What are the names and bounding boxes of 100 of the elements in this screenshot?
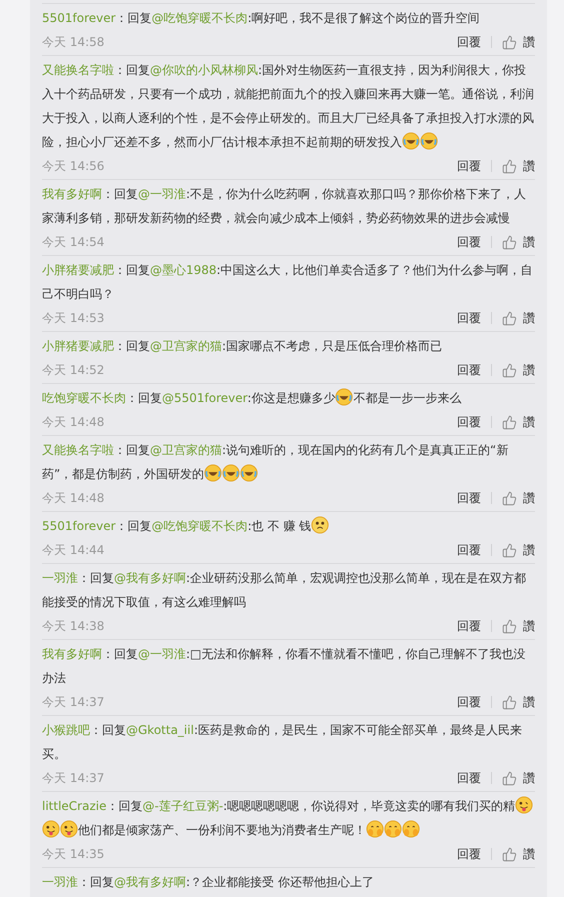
- reply-link[interactable]: 回覆: [457, 542, 481, 558]
- user-link[interactable]: 5501forever: [42, 11, 116, 25]
- comment-text: littleCrazie：回复@-莲子红豆粥-:嗯嗯嗯嗯嗯嗯，你说得对，毕竟这卖的哪有我们买的精 他们都是倾家荡产、一份利润不要地为消费者生产呢！: [42, 794, 535, 842]
- user-link[interactable]: 又能换名字啦: [42, 443, 114, 457]
- like-link[interactable]: 讚: [502, 414, 535, 430]
- reply-link[interactable]: 回覆: [457, 158, 481, 174]
- mention-link[interactable]: @Gkotta_iil: [126, 723, 194, 737]
- user-link[interactable]: 一羽淮: [42, 571, 78, 585]
- laughing-crying-emoji-icon: [335, 388, 354, 406]
- timestamp: 今天 14:44: [42, 542, 106, 558]
- user-link[interactable]: 又能换名字啦: [42, 63, 114, 77]
- thumbs-up-icon: [502, 34, 517, 50]
- mention-link[interactable]: @一羽淮: [138, 187, 186, 201]
- tongue-out-emoji-icon: [60, 820, 78, 838]
- laughing-crying-emoji-icon: [420, 132, 438, 150]
- timestamp: 今天 14:35: [42, 846, 106, 862]
- comment-text: 我有多好啊：回复@一羽淮:□无法和你解释，你看不懂就看不懂吧，你自己理解不了我也没办法: [42, 646, 526, 687]
- comment-text: 小猴跳吧：回复@Gkotta_iil:医药是救命的，是民生，国家不可能全部买单，最终是人民来买。: [42, 722, 523, 763]
- like-link[interactable]: 讚: [502, 234, 535, 250]
- mention-link[interactable]: @吃饱穿暖不长肉: [152, 519, 248, 533]
- mention-link[interactable]: @卫宫家的猫: [150, 443, 222, 457]
- mention-link[interactable]: @墨心1988: [150, 263, 217, 277]
- comment-text: 5501forever：回复@吃饱穿暖不长肉:啊好吧，我不是很了解这个岗位的晋升空间: [42, 10, 481, 27]
- like-link[interactable]: 讚: [502, 310, 535, 326]
- covering-face-emoji-icon: [402, 820, 420, 838]
- timestamp: 今天 14:37: [42, 770, 106, 786]
- like-link[interactable]: 讚: [502, 846, 535, 862]
- user-link[interactable]: 我有多好啊: [42, 187, 102, 201]
- mention-link[interactable]: @卫宫家的猫: [150, 339, 222, 353]
- comment-text: 吃饱穿暖不长肉：回复@5501forever:你这是想赚多少 不都是一步一步来么: [42, 386, 535, 410]
- comment-text: 一羽淮：回复@我有多好啊:企业研药没那么简单，宏观调控也没那么简单，现在是在双方都能接受的情况下取值，有这么难理解吗: [42, 570, 528, 611]
- reply-link[interactable]: 回覆: [457, 362, 481, 378]
- comment-text: 小胖猪要减肥：回复@卫宫家的猫:国家哪点不考虑，只是压低合理价格而已: [42, 338, 444, 355]
- comment-text: 一羽淮：回复@我有多好啊:？企业都能接受 你还帮他担心上了: [42, 874, 375, 891]
- like-link[interactable]: 讚: [502, 618, 535, 634]
- comment-text: 又能换名字啦：回复@你吹的小风林柳风:国外对生物医药一直很支持，因为利润很大，你投入十个药品研发，只要有一个成功，就能把前面九个的投入赚回来再大赚一笔。通俗说，利润大于投入，以商人逐利的个性，是不会停止研发的。而且大厂已经具备了承担投入打水漂的风险，担心小厂还差不多，然而小厂估计根本承担不起前期的研发投入: [42, 62, 535, 152]
- laughing-crying-emoji-icon: [240, 464, 258, 482]
- user-link[interactable]: 吃饱穿暖不长肉: [42, 391, 126, 405]
- timestamp: 今天 14:54: [42, 234, 106, 250]
- like-link[interactable]: 讚: [502, 34, 535, 50]
- like-link[interactable]: 讚: [502, 158, 535, 174]
- thumbs-up-icon: [502, 694, 517, 710]
- thumbs-up-icon: [502, 234, 517, 250]
- mention-link[interactable]: @我有多好啊: [114, 875, 186, 889]
- tongue-out-emoji-icon: [515, 796, 534, 814]
- user-link[interactable]: 我有多好啊: [42, 647, 102, 661]
- timestamp: 今天 14:48: [42, 490, 106, 506]
- mention-link[interactable]: @-莲子红豆粥-: [142, 799, 224, 813]
- reply-link[interactable]: 回覆: [457, 234, 481, 250]
- covering-face-emoji-icon: [366, 820, 384, 838]
- user-link[interactable]: 小胖猪要减肥: [42, 339, 114, 353]
- laughing-crying-emoji-icon: [222, 464, 240, 482]
- comment-text: 5501forever：回复@吃饱穿暖不长肉:也 不 赚 钱: [42, 514, 535, 538]
- mention-link[interactable]: @你吹的小风林柳风: [150, 63, 258, 77]
- timestamp: 今天 14:53: [42, 310, 106, 326]
- thumbs-up-icon: [502, 770, 517, 786]
- reply-link[interactable]: 回覆: [457, 34, 481, 50]
- reply-link[interactable]: 回覆: [457, 846, 481, 862]
- thumbs-up-icon: [502, 542, 517, 558]
- timestamp: 今天 14:38: [42, 618, 106, 634]
- timestamp: 今天 14:48: [42, 414, 106, 430]
- mention-link[interactable]: @我有多好啊: [114, 571, 186, 585]
- like-link[interactable]: 讚: [502, 542, 535, 558]
- laughing-crying-emoji-icon: [204, 464, 222, 482]
- user-link[interactable]: 一羽淮: [42, 875, 78, 889]
- mention-link[interactable]: @5501forever: [162, 391, 248, 405]
- like-link[interactable]: 讚: [502, 362, 535, 378]
- reply-link[interactable]: 回覆: [457, 490, 481, 506]
- timestamp: 今天 14:56: [42, 158, 106, 174]
- sad-face-emoji-icon: [311, 516, 330, 534]
- like-link[interactable]: 讚: [502, 694, 535, 710]
- comment-text: 我有多好啊：回复@一羽淮:不是，你为什么吃药啊，你就喜欢那口吗？那你价格下来了，人家薄利多销，那研发新药物的经费，就会向减少成本上倾斜，势必药物效果的进步会减慢: [42, 186, 528, 227]
- comment-text: 又能换名字啦：回复@卫宫家的猫:说句难听的，现在国内的化药有几个是真真正正的“新药”，都是仿制药，外国研发的: [42, 442, 510, 484]
- mention-link[interactable]: @吃饱穿暖不长肉: [152, 11, 248, 25]
- timestamp: 今天 14:37: [42, 694, 106, 710]
- comment-text: 小胖猪要减肥：回复@墨心1988:中国这么大，比他们单卖合适多了？他们为什么参与啊，自己不明白吗？: [42, 262, 534, 303]
- user-link[interactable]: 5501forever: [42, 519, 116, 533]
- thumbs-up-icon: [502, 846, 517, 862]
- thumbs-up-icon: [502, 618, 517, 634]
- user-link[interactable]: littleCrazie: [42, 799, 106, 813]
- like-link[interactable]: 讚: [502, 490, 535, 506]
- mention-link[interactable]: @一羽淮: [138, 647, 186, 661]
- timestamp: 今天 14:52: [42, 362, 106, 378]
- timestamp: 今天 14:58: [42, 34, 106, 50]
- laughing-crying-emoji-icon: [402, 132, 420, 150]
- thumbs-up-icon: [502, 310, 517, 326]
- like-link[interactable]: 讚: [502, 770, 535, 786]
- user-link[interactable]: 小胖猪要减肥: [42, 263, 114, 277]
- user-link[interactable]: 小猴跳吧: [42, 723, 90, 737]
- reply-link[interactable]: 回覆: [457, 618, 481, 634]
- thumbs-up-icon: [502, 414, 517, 430]
- thumbs-up-icon: [502, 362, 517, 378]
- thumbs-up-icon: [502, 158, 517, 174]
- reply-link[interactable]: 回覆: [457, 414, 481, 430]
- thumbs-up-icon: [502, 490, 517, 506]
- reply-link[interactable]: 回覆: [457, 770, 481, 786]
- tongue-out-emoji-icon: [42, 820, 60, 838]
- reply-link[interactable]: 回覆: [457, 310, 481, 326]
- covering-face-emoji-icon: [384, 820, 402, 838]
- reply-link[interactable]: 回覆: [457, 694, 481, 710]
